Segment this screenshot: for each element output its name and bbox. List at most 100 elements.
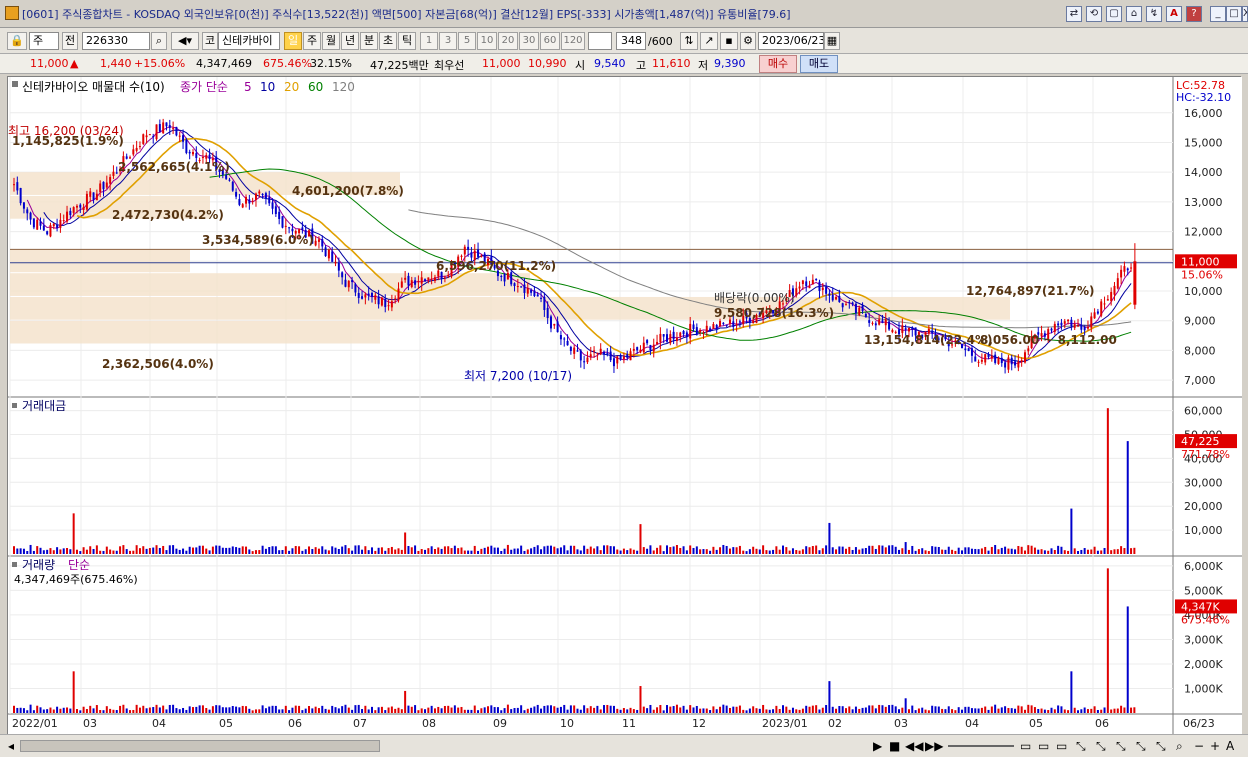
amount-bar [298,546,301,554]
all-button[interactable]: 전 [62,32,78,50]
chart-svg[interactable]: 2022/01 03 04 05 06 07 08 09 10 11 12 2023/01 02 03 04… [8,77,1242,735]
search-icon[interactable]: ⌕ [151,32,167,50]
chart-area[interactable]: 2022/01 03 04 05 06 07 08 09 10 11 12 2023/01 02 03 04… [7,76,1242,735]
layout-icon-3[interactable]: ▭ [1056,738,1067,754]
company-name-field[interactable]: 신테카바이 [218,32,280,50]
volume-tick-label: 5,000K [1184,584,1223,597]
amount-bar [861,548,864,554]
horizontal-scrollbar[interactable] [20,740,380,752]
candle-body [79,204,82,208]
amount-bar [629,548,632,554]
volume-bar [334,707,337,713]
price-tick-label: 13,000 [1184,196,1223,209]
candle-body [639,349,642,353]
lock-icon[interactable]: 🔒 [7,32,27,50]
fast-forward-icon[interactable]: ▶▶ [925,738,943,754]
period-year[interactable]: 년 [341,32,359,50]
volume-bar [85,709,88,713]
interval-3[interactable]: 3 [439,32,457,50]
settings-icon[interactable]: ⚙ [740,32,756,50]
zoom-out-icon[interactable]: − [1194,738,1204,754]
draw-icon-1[interactable]: ⤡ [1076,738,1086,754]
refresh-icon[interactable]: ⟲ [1086,6,1102,22]
save-icon[interactable]: ▪ [720,32,738,50]
maximize-button[interactable]: □ [1226,6,1242,22]
sell-button[interactable]: 매도 [800,55,838,73]
volume-bar [1047,710,1050,713]
amount-bar [1043,550,1046,554]
draw-icon-2[interactable]: ⤡ [1096,738,1106,754]
interval-20[interactable]: 20 [498,32,518,50]
amount-bar [271,546,274,554]
volume-bar [964,706,967,713]
minimize-button[interactable]: _ [1210,6,1226,22]
interval-5[interactable]: 5 [458,32,476,50]
volume-bar [632,709,635,713]
count-input[interactable]: 348 [616,32,646,50]
custom-interval-input[interactable] [588,32,612,50]
pin-icon[interactable]: ↯ [1146,6,1162,22]
interval-120[interactable]: 120 [561,32,585,50]
window-icon[interactable]: ▢ [1106,6,1122,22]
volume-bar [755,708,758,713]
draw-icon-5[interactable]: ⤡ [1156,738,1166,754]
layout-icon-1[interactable]: ▭ [1020,738,1031,754]
period-week[interactable]: 주 [303,32,321,50]
layout-icon-2[interactable]: ▭ [1038,738,1049,754]
draw-icon-3[interactable]: ⤡ [1116,738,1126,754]
volume-bar [168,704,171,713]
buy-button[interactable]: 매수 [759,55,797,73]
volume-bar [798,709,801,713]
zoom-icon[interactable]: ⌕ [1176,738,1183,754]
close-button[interactable]: X [1242,6,1248,22]
volume-bar [984,706,987,713]
amount-bar [112,550,115,554]
amount-bar [228,547,231,554]
indicator-icon[interactable]: ↗ [700,32,718,50]
help-icon[interactable]: ? [1186,6,1202,22]
speed-slider[interactable] [948,745,1014,747]
candle-body [407,275,410,286]
date-input[interactable]: 2023/06/23 [758,32,824,50]
period-minute[interactable]: 분 [360,32,378,50]
stop-icon[interactable]: ■ [889,738,900,754]
volume-bar [904,698,907,713]
play-icon[interactable]: ▶ [873,738,882,754]
volume-bar [808,706,811,713]
home-icon[interactable]: ⌂ [1126,6,1142,22]
volume-bar [864,707,867,713]
volume-bar [175,708,178,713]
period-month[interactable]: 월 [322,32,340,50]
candle-body [967,348,970,352]
price-tick-label: 12,000 [1184,226,1223,239]
interval-60[interactable]: 60 [540,32,560,50]
interval-1[interactable]: 1 [420,32,438,50]
amount-bar [433,548,436,554]
interval-30[interactable]: 30 [519,32,539,50]
market-select[interactable]: 주 [29,32,59,50]
volume-bar [1106,568,1109,713]
period-second[interactable]: 초 [379,32,397,50]
link-icon[interactable]: ⇄ [1066,6,1082,22]
font-size-icon[interactable]: A [1226,738,1234,754]
compare-icon[interactable]: ⇅ [680,32,698,50]
scroll-left-icon[interactable]: ◂ [8,738,14,754]
speaker-icon[interactable]: ◀▾ [171,32,199,50]
zoom-in-icon[interactable]: + [1210,738,1220,754]
candle-body [669,334,672,344]
font-icon[interactable]: A [1166,6,1182,22]
interval-10[interactable]: 10 [477,32,497,50]
code-input[interactable]: 226330 [82,32,150,50]
volume-bar [1077,710,1080,713]
amount-bar [649,545,652,554]
volume-bar [884,706,887,713]
period-tick[interactable]: 틱 [398,32,416,50]
amount-bar [138,548,141,554]
calendar-icon[interactable]: ▦ [824,32,840,50]
rewind-icon[interactable]: ◀◀ [905,738,923,754]
volume-bar [22,708,25,713]
draw-icon-4[interactable]: ⤡ [1136,738,1146,754]
amount-bar [89,546,92,554]
volume-profile-label: 13,154,814(22.4%) [864,333,993,347]
period-day[interactable]: 일 [284,32,302,50]
